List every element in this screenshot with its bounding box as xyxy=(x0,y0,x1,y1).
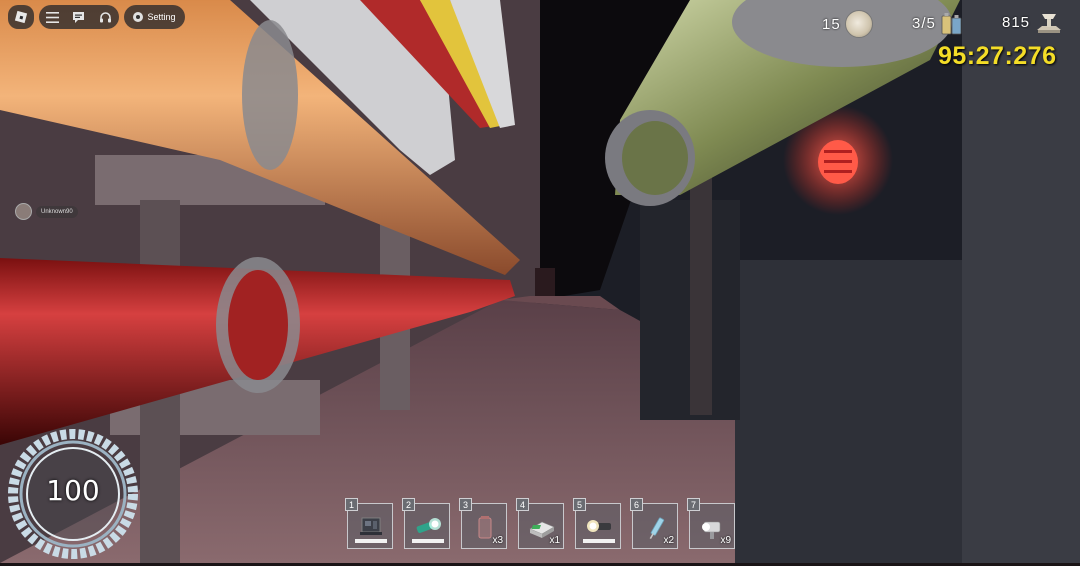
coin-counter: 15 xyxy=(822,10,873,38)
battery-icon xyxy=(941,13,962,35)
trophy-icon xyxy=(1037,14,1062,33)
durability-bar xyxy=(583,539,615,543)
slot-number: 7 xyxy=(687,498,700,511)
score-value: 815 xyxy=(1002,13,1031,31)
player-name: Unknown90 xyxy=(36,205,78,218)
item-count: x2 xyxy=(663,535,674,546)
slot-number: 3 xyxy=(459,498,472,511)
battery-counter: 3/5 xyxy=(912,10,964,36)
coin-count: 15 xyxy=(822,15,841,33)
setting-label: Setting xyxy=(147,12,176,22)
slot-number: 2 xyxy=(402,498,415,511)
player-nametag[interactable]: Unknown90 xyxy=(15,203,78,220)
item-count: x1 xyxy=(549,535,560,546)
battery-count: 3/5 xyxy=(912,14,936,32)
item-count: x9 xyxy=(720,535,731,546)
hotbar-slot[interactable]: x2 6 xyxy=(630,498,680,551)
slot-number: 1 xyxy=(345,498,358,511)
hotbar-slot[interactable]: x1 4 xyxy=(516,498,566,551)
score-counter: 815 xyxy=(1002,10,1064,34)
slot-number: 6 xyxy=(630,498,643,511)
hotbar-slot[interactable]: 1 xyxy=(345,498,395,551)
coin-icon xyxy=(844,10,873,38)
tunnel-scene xyxy=(0,0,1080,563)
roblox-logo-icon xyxy=(14,10,28,24)
flashlight-green-icon xyxy=(416,518,441,533)
player-avatar xyxy=(15,203,32,220)
item-count: x3 xyxy=(492,535,503,546)
hotbar-slot[interactable]: 5 xyxy=(573,498,623,551)
hotbar-slot[interactable]: x3 3 xyxy=(459,498,509,551)
slot-number: 4 xyxy=(516,498,529,511)
durability-bar xyxy=(412,539,444,543)
flashlight-icon xyxy=(587,520,611,532)
timer: 95:27:276 xyxy=(938,42,1057,70)
health-indicator: 100 xyxy=(6,427,140,561)
headphones-icon[interactable] xyxy=(99,10,113,24)
setting-button[interactable]: Setting xyxy=(124,5,185,29)
generator-icon xyxy=(360,517,382,535)
chat-icon[interactable] xyxy=(72,10,86,24)
slot-number: 5 xyxy=(573,498,586,511)
top-menu-group xyxy=(39,5,119,29)
health-value: 100 xyxy=(46,474,100,507)
settings-icon xyxy=(133,12,144,22)
roblox-menu-button[interactable] xyxy=(8,5,34,29)
hotbar-slot[interactable]: x9 7 xyxy=(687,498,737,551)
hamburger-menu-icon[interactable] xyxy=(45,10,59,24)
hotbar-slot[interactable]: 2 xyxy=(402,498,452,551)
durability-bar xyxy=(355,539,387,543)
